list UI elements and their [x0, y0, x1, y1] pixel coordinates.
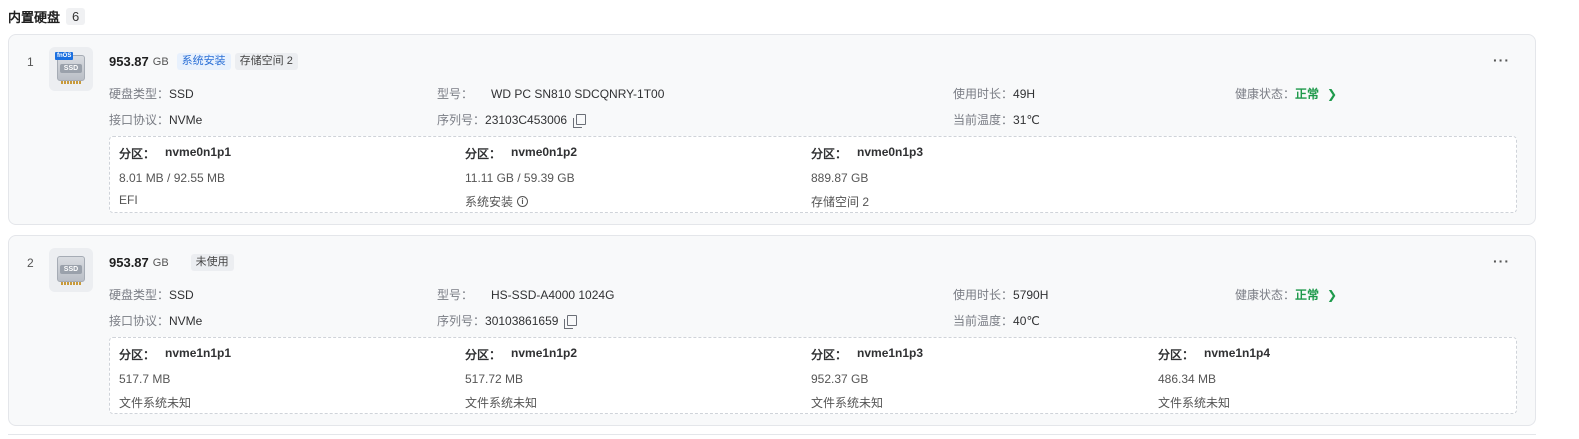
usage-time-value: 49H [1013, 86, 1036, 101]
disk-capacity: 953.87 GB 系统安装 存储空间 2 [109, 53, 298, 70]
health-field[interactable]: 健康状态： 正常 ❯ [1235, 85, 1337, 102]
partition-name: nvme1n1p3 [857, 346, 924, 360]
model-field: 型号： WD PC SN810 SDCQNRY-1T00 [437, 86, 665, 102]
disk-type-field: 硬盘类型： SSD [109, 287, 194, 303]
disk-card: 2 SSD 953.87 GB 未使用 ··· 硬盘类型： SSD 型号： HS-S… [8, 235, 1536, 426]
partition-fs: 存储空间 2 [811, 195, 870, 209]
partition-item: 分区： nvme1n1p2 517.72 MB 文件系统未知 [465, 346, 795, 411]
capacity-value: 953.87 [109, 54, 149, 69]
disk-index: 2 [27, 256, 34, 270]
chevron-right-icon[interactable]: ❯ [1327, 288, 1337, 302]
partition-name: nvme1n1p2 [511, 346, 578, 360]
temperature-value: 40℃ [1013, 313, 1040, 328]
more-options-button[interactable]: ··· [1493, 253, 1510, 269]
serial-value: 23103C453006 [485, 112, 568, 127]
section-title: 内置硬盘 [8, 9, 61, 25]
partition-name: nvme0n1p1 [165, 145, 232, 159]
partition-list: 分区： nvme1n1p1 517.7 MB 文件系统未知 分区： nvme1n1p… [109, 337, 1517, 414]
model-value: WD PC SN810 SDCQNRY-1T00 [491, 86, 665, 101]
disk-index: 1 [27, 55, 34, 69]
partition-name: nvme0n1p2 [511, 145, 578, 159]
capacity-unit: GB [152, 55, 169, 68]
usage-time-field: 使用时长： 49H [953, 86, 1036, 102]
ssd-icon: SSD [49, 248, 93, 292]
serial-value: 30103861659 [485, 313, 559, 328]
interface-value: NVMe [169, 112, 203, 127]
copy-icon[interactable] [564, 315, 578, 329]
temperature-field: 当前温度： 31℃ [953, 112, 1040, 128]
partition-fs: EFI [119, 193, 138, 207]
partition-list: 分区： nvme0n1p1 8.01 MB / 92.55 MB EFI 分区： n… [109, 136, 1517, 213]
partition-fs: 文件系统未知 [811, 396, 884, 410]
health-status[interactable]: 正常 [1295, 85, 1319, 102]
partition-name: nvme0n1p3 [857, 145, 924, 159]
partition-item: 分区： nvme1n1p4 486.34 MB 文件系统未知 [1158, 346, 1488, 411]
disk-count-badge: 6 [66, 7, 86, 25]
divider [8, 434, 1536, 435]
partition-size: 11.11 GB / 59.39 GB [465, 171, 575, 185]
interface-field: 接口协议： NVMe [109, 313, 203, 329]
tag-unused: 未使用 [190, 254, 234, 271]
partition-name: nvme1n1p1 [165, 346, 232, 360]
tag-storage-space: 存储空间 2 [234, 53, 298, 70]
info-icon[interactable]: i [517, 196, 529, 207]
partition-item: 分区： nvme0n1p3 889.87 GB 存储空间 2 [811, 145, 1141, 210]
partition-size: 952.37 GB [811, 372, 869, 386]
model-value: HS-SSD-A4000 1024G [491, 287, 615, 302]
disk-type-value: SSD [169, 287, 194, 302]
copy-icon[interactable] [573, 114, 587, 128]
partition-fs: 系统安装 [465, 195, 514, 209]
serial-field: 序列号： 23103C453006 [437, 111, 587, 128]
capacity-value: 953.87 [109, 255, 149, 270]
partition-size: 889.87 GB [811, 171, 869, 185]
partition-size: 517.72 MB [465, 372, 524, 386]
disk-card: 1 SSD fnOS 953.87 GB 系统安装 存储空间 2 ··· 硬盘类… [8, 34, 1536, 225]
capacity-unit: GB [152, 256, 169, 269]
temperature-value: 31℃ [1013, 112, 1040, 127]
partition-size: 517.7 MB [119, 372, 171, 386]
usage-time-field: 使用时长： 5790H [953, 287, 1049, 303]
temperature-field: 当前温度： 40℃ [953, 313, 1040, 329]
partition-item: 分区： nvme0n1p1 8.01 MB / 92.55 MB EFI [119, 145, 449, 207]
interface-value: NVMe [169, 313, 203, 328]
partition-size: 486.34 MB [1158, 372, 1217, 386]
model-field: 型号： HS-SSD-A4000 1024G [437, 287, 615, 303]
more-options-button[interactable]: ··· [1493, 52, 1510, 68]
partition-fs: 文件系统未知 [465, 396, 538, 410]
health-field[interactable]: 健康状态： 正常 ❯ [1235, 286, 1337, 303]
usage-time-value: 5790H [1013, 287, 1049, 302]
disk-type-field: 硬盘类型： SSD [109, 86, 194, 102]
partition-item: 分区： nvme0n1p2 11.11 GB / 59.39 GB 系统安装 i [465, 145, 795, 210]
health-status[interactable]: 正常 [1295, 286, 1319, 303]
partition-fs: 文件系统未知 [1158, 396, 1231, 410]
partition-fs: 文件系统未知 [119, 396, 192, 410]
serial-field: 序列号： 30103861659 [437, 312, 578, 329]
section-header: 内置硬盘 6 [8, 6, 86, 26]
partition-size: 8.01 MB / 92.55 MB [119, 171, 226, 185]
partition-name: nvme1n1p4 [1204, 346, 1271, 360]
partition-item: 分区： nvme1n1p3 952.37 GB 文件系统未知 [811, 346, 1141, 411]
partition-item: 分区： nvme1n1p1 517.7 MB 文件系统未知 [119, 346, 449, 411]
disk-capacity: 953.87 GB 未使用 [109, 254, 234, 271]
ssd-fnos-icon: SSD fnOS [49, 47, 93, 91]
interface-field: 接口协议： NVMe [109, 112, 203, 128]
disk-type-value: SSD [169, 86, 194, 101]
chevron-right-icon[interactable]: ❯ [1327, 87, 1337, 101]
tag-system-install: 系统安装 [176, 53, 231, 70]
